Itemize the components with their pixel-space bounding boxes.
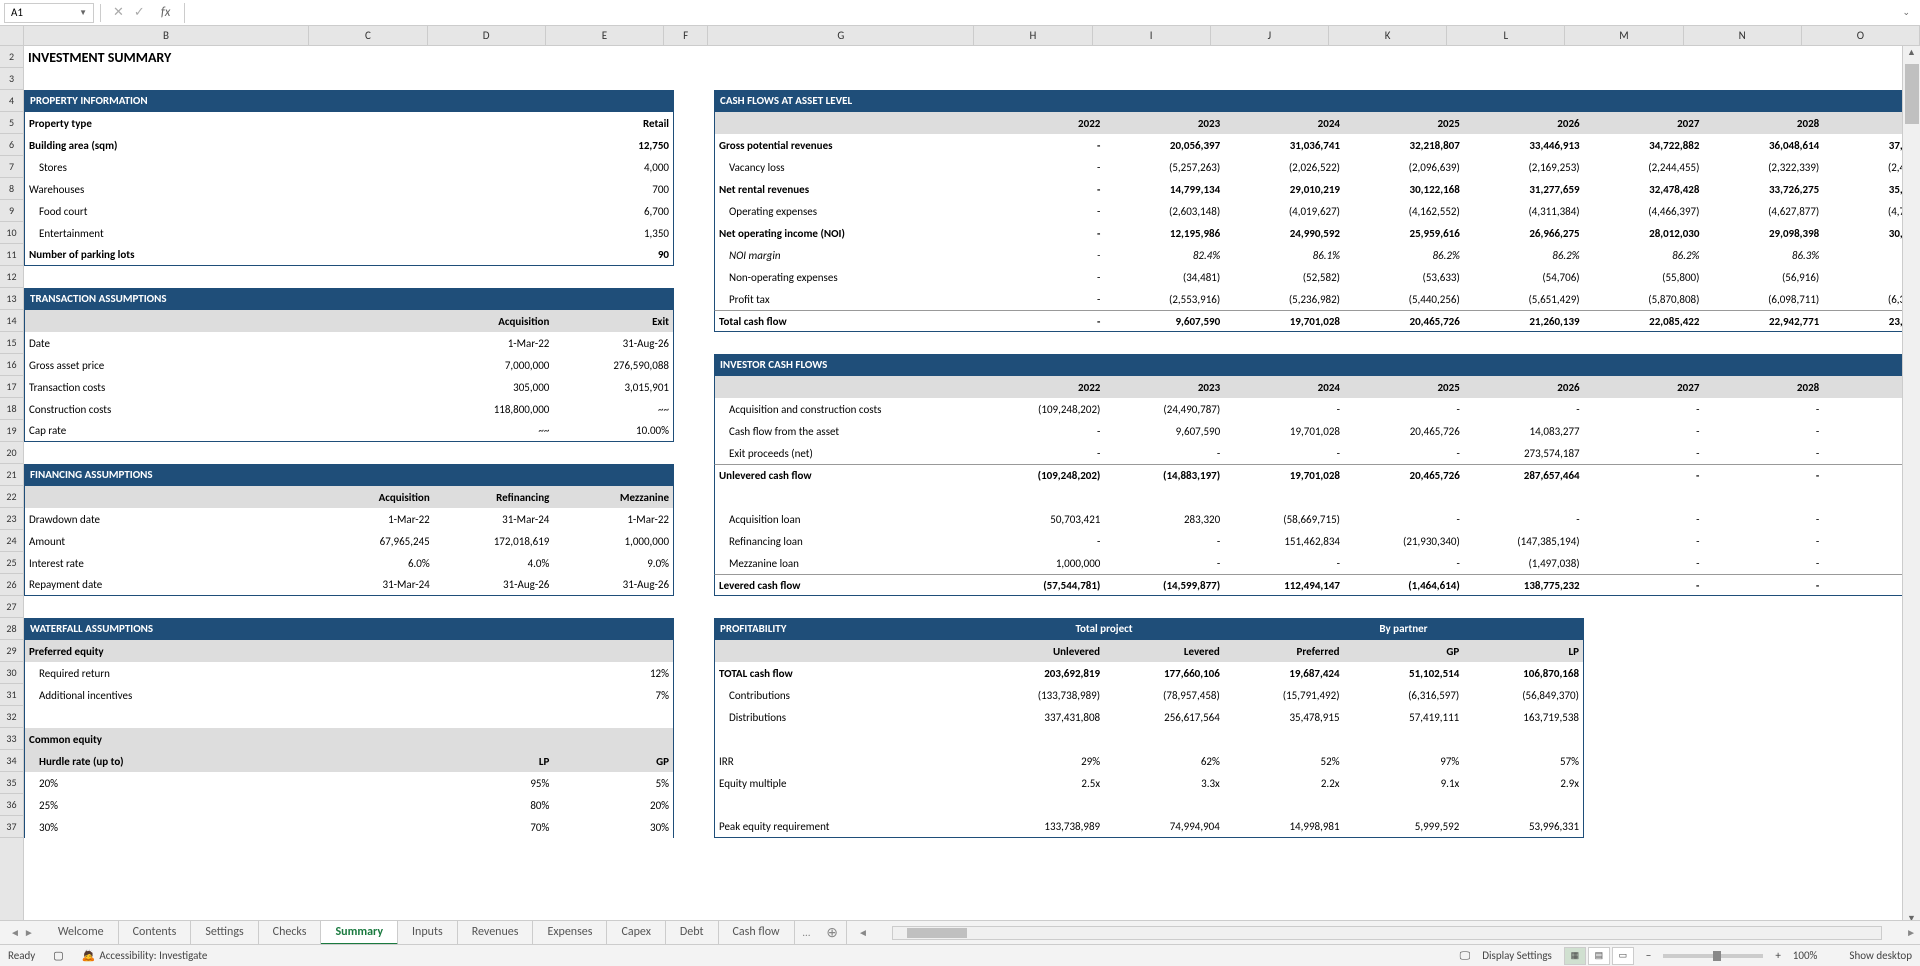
row-header[interactable]: 32 <box>0 706 23 728</box>
col-header[interactable]: D <box>428 26 546 45</box>
row-header[interactable]: 35 <box>0 772 23 794</box>
zoom-slider[interactable] <box>1663 954 1763 958</box>
view-page-layout-icon[interactable]: ▤ <box>1588 947 1610 965</box>
row-header[interactable]: 8 <box>0 178 23 200</box>
view-normal-icon[interactable]: ▦ <box>1564 947 1586 965</box>
view-page-break-icon[interactable]: ▭ <box>1612 947 1634 965</box>
tab-checks[interactable]: Checks <box>259 921 322 945</box>
tab-summary[interactable]: Summary <box>321 921 398 945</box>
col-header[interactable]: I <box>1093 26 1211 45</box>
sheet-tab-bar: ◄ ► WelcomeContentsSettingsChecksSummary… <box>0 920 1920 944</box>
cancel-icon[interactable]: ✕ <box>113 5 124 20</box>
status-display[interactable]: Display Settings <box>1482 949 1552 962</box>
worksheet[interactable]: INVESTMENT SUMMARYPROPERTY INFORMATIONPr… <box>24 46 1920 929</box>
row-header[interactable]: 11 <box>0 244 23 266</box>
tab-debt[interactable]: Debt <box>666 921 719 945</box>
tab-revenues[interactable]: Revenues <box>458 921 534 945</box>
col-header[interactable]: O <box>1802 26 1920 45</box>
confirm-icon[interactable]: ✓ <box>134 5 145 20</box>
row-header[interactable]: 30 <box>0 662 23 684</box>
row-header[interactable]: 7 <box>0 156 23 178</box>
row-header[interactable]: 21 <box>0 464 23 486</box>
tab-contents[interactable]: Contents <box>119 921 192 945</box>
row-header[interactable]: 15 <box>0 332 23 354</box>
tab-welcome[interactable]: Welcome <box>44 921 119 945</box>
formula-input[interactable] <box>184 3 1902 23</box>
name-box[interactable]: A1▼ <box>4 3 94 23</box>
col-header[interactable]: B <box>24 26 310 45</box>
col-header[interactable]: E <box>546 26 664 45</box>
tab-capex[interactable]: Capex <box>607 921 665 945</box>
row-header[interactable]: 4 <box>0 90 23 112</box>
tab-cash-flow[interactable]: Cash flow <box>719 921 795 945</box>
row-header[interactable]: 25 <box>0 552 23 574</box>
select-all[interactable] <box>0 26 24 45</box>
row-header[interactable]: 24 <box>0 530 23 552</box>
vertical-scrollbar[interactable]: ▲ ▼ <box>1902 46 1920 926</box>
tab-settings[interactable]: Settings <box>191 921 258 945</box>
col-header[interactable]: L <box>1447 26 1565 45</box>
tab-nav-prev-icon[interactable]: ► <box>24 926 34 939</box>
row-header[interactable]: 31 <box>0 684 23 706</box>
display-settings-icon[interactable]: 🖵 <box>1460 949 1471 963</box>
tab-inputs[interactable]: Inputs <box>398 921 458 945</box>
col-header[interactable]: G <box>708 26 974 45</box>
row-header[interactable]: 19 <box>0 420 23 442</box>
col-header[interactable]: C <box>309 26 427 45</box>
row-header[interactable]: 16 <box>0 354 23 376</box>
row-header[interactable]: 2 <box>0 46 23 68</box>
tab-expenses[interactable]: Expenses <box>533 921 607 945</box>
col-header[interactable]: H <box>974 26 1092 45</box>
col-header[interactable]: N <box>1684 26 1802 45</box>
hscroll-right-icon[interactable]: ► <box>1902 926 1920 939</box>
row-header[interactable]: 37 <box>0 816 23 838</box>
fx-icon[interactable]: fx <box>161 5 171 20</box>
row-header[interactable]: 22 <box>0 486 23 508</box>
row-header[interactable]: 14 <box>0 310 23 332</box>
col-header[interactable]: J <box>1211 26 1329 45</box>
tab-more[interactable]: … <box>795 926 819 939</box>
status-bar: Ready ▢ 🙇 Accessibility: Investigate 🖵 D… <box>0 944 1920 966</box>
col-header[interactable]: F <box>664 26 708 45</box>
zoom-level[interactable]: 100% <box>1793 949 1818 962</box>
row-header[interactable]: 13 <box>0 288 23 310</box>
row-header[interactable]: 36 <box>0 794 23 816</box>
row-header[interactable]: 3 <box>0 68 23 90</box>
row-header[interactable]: 10 <box>0 222 23 244</box>
row-header[interactable]: 23 <box>0 508 23 530</box>
status-ready: Ready <box>8 949 35 962</box>
row-header[interactable]: 33 <box>0 728 23 750</box>
row-header[interactable]: 12 <box>0 266 23 288</box>
row-header[interactable]: 18 <box>0 398 23 420</box>
row-header[interactable]: 9 <box>0 200 23 222</box>
hscroll-left-icon[interactable]: ◄ <box>854 926 872 939</box>
horizontal-scrollbar[interactable] <box>892 926 1882 940</box>
row-header[interactable]: 20 <box>0 442 23 464</box>
row-header[interactable]: 27 <box>0 596 23 618</box>
expand-formula-icon[interactable]: ⌄ <box>1902 7 1916 18</box>
row-header[interactable]: 28 <box>0 618 23 640</box>
macro-record-icon[interactable]: ▢ <box>53 949 63 962</box>
tab-add-icon[interactable]: ⊕ <box>818 924 846 941</box>
accessibility-icon[interactable]: 🙇 <box>82 949 96 962</box>
page-title: INVESTMENT SUMMARY <box>24 46 1920 68</box>
row-header[interactable]: 34 <box>0 750 23 772</box>
col-header[interactable]: M <box>1565 26 1683 45</box>
zoom-in-icon[interactable]: + <box>1775 949 1780 962</box>
zoom-out-icon[interactable]: − <box>1646 949 1651 962</box>
tab-nav-first-icon[interactable]: ◄ <box>10 926 20 939</box>
chevron-down-icon[interactable]: ▼ <box>79 8 87 18</box>
row-header[interactable]: 5 <box>0 112 23 134</box>
status-accessibility[interactable]: Accessibility: Investigate <box>99 949 207 962</box>
row-header[interactable]: 26 <box>0 574 23 596</box>
formula-bar: A1▼ ✕ ✓ fx ⌄ <box>0 0 1920 26</box>
col-header[interactable]: K <box>1329 26 1447 45</box>
row-header[interactable]: 6 <box>0 134 23 156</box>
show-desktop[interactable]: Show desktop <box>1849 949 1912 962</box>
row-header[interactable]: 17 <box>0 376 23 398</box>
row-header[interactable]: 29 <box>0 640 23 662</box>
